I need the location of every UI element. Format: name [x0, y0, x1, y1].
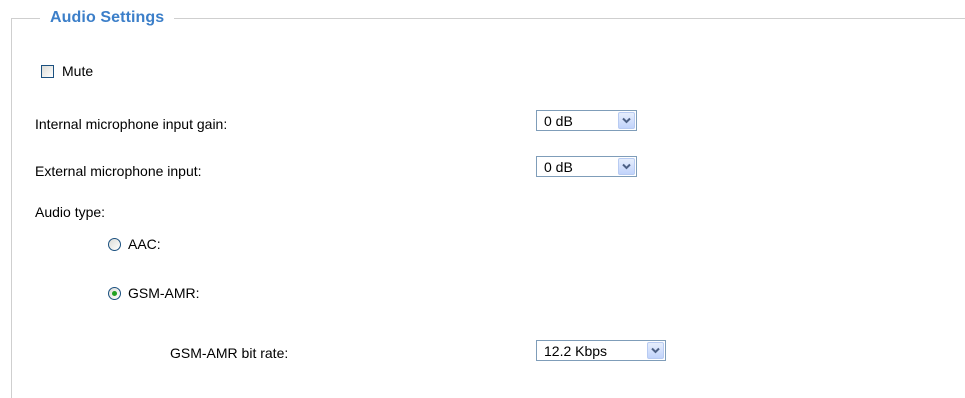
external-input-value: 0 dB: [544, 158, 573, 175]
external-input-row: External microphone input:: [35, 162, 202, 180]
external-input-select[interactable]: 0 dB: [536, 156, 637, 177]
mute-checkbox[interactable]: [41, 64, 54, 78]
audio-type-option-gsm-amr[interactable]: GSM-AMR:: [108, 285, 200, 301]
internal-gain-select[interactable]: 0 dB: [536, 110, 637, 131]
chevron-down-icon[interactable]: [647, 342, 664, 359]
audio-settings-fieldset: [11, 18, 965, 398]
mute-row[interactable]: Mute: [41, 63, 93, 79]
audio-type-label: Audio type:: [35, 204, 106, 220]
gsm-amr-bitrate-select[interactable]: 12.2 Kbps: [536, 340, 666, 361]
internal-gain-value: 0 dB: [544, 112, 573, 129]
internal-gain-label: Internal microphone input gain:: [35, 116, 228, 132]
gsm-amr-label: GSM-AMR:: [128, 285, 200, 301]
external-input-label: External microphone input:: [35, 163, 202, 179]
chevron-down-icon[interactable]: [618, 112, 635, 129]
internal-gain-row: Internal microphone input gain:: [35, 115, 227, 133]
gsm-amr-radio[interactable]: [108, 286, 121, 300]
aac-label: AAC:: [128, 236, 161, 252]
audio-type-row: Audio type:: [35, 203, 105, 221]
gsm-amr-bitrate-row: GSM-AMR bit rate:: [170, 344, 288, 362]
audio-type-option-aac[interactable]: AAC:: [108, 236, 161, 252]
aac-radio[interactable]: [108, 237, 121, 251]
chevron-down-icon[interactable]: [618, 158, 635, 175]
gsm-amr-bitrate-value: 12.2 Kbps: [544, 342, 608, 359]
mute-label: Mute: [62, 63, 94, 79]
gsm-amr-bitrate-label: GSM-AMR bit rate:: [170, 345, 289, 361]
section-title: Audio Settings: [40, 8, 175, 28]
